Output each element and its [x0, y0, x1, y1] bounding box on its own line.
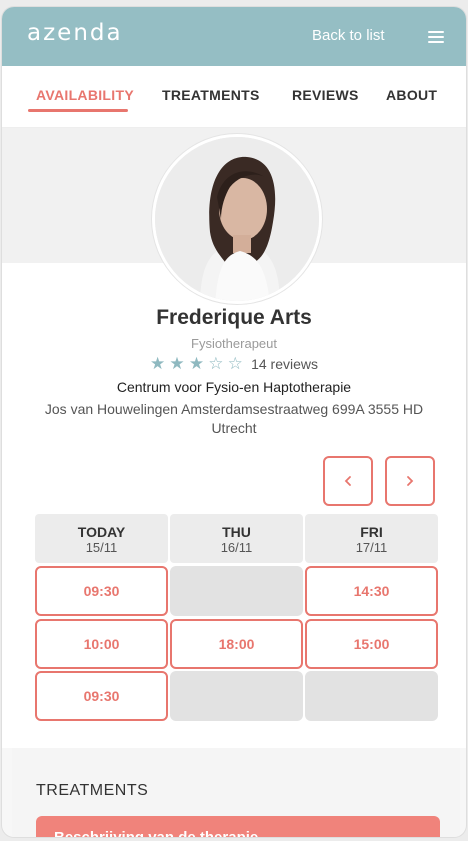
day-date: 16/11 — [220, 540, 253, 555]
logo: azenda — [27, 20, 123, 46]
time-slot[interactable]: 14:30 — [305, 566, 438, 616]
next-days-button[interactable] — [385, 456, 435, 506]
practice-address: Jos van Houwelingen Amsterdamsestraatweg… — [44, 401, 424, 436]
time-slot[interactable]: 15:00 — [305, 619, 438, 669]
active-tab-indicator — [28, 109, 128, 112]
day-header-fri: FRI 17/11 — [305, 514, 438, 563]
star-outline-icon: ☆ — [227, 354, 243, 373]
tab-treatments[interactable]: TREATMENTS — [162, 87, 260, 103]
back-to-list-link[interactable]: Back to list — [312, 27, 385, 44]
app-frame: azenda Back to list AVAILABILITY TREATME… — [2, 7, 466, 837]
professional-name: Frederique Arts — [156, 306, 312, 329]
empty-slot — [170, 671, 303, 721]
chevron-right-icon — [407, 476, 414, 486]
treatments-section: TREATMENTS Beschrijving van de therapie — [12, 748, 460, 837]
day-name: TODAY — [77, 524, 126, 540]
day-header-thu: THU 16/11 — [170, 514, 303, 563]
top-bar: azenda Back to list — [2, 7, 466, 66]
day-date: 15/11 — [85, 540, 118, 555]
tab-bar: AVAILABILITY TREATMENTS REVIEWS ABOUT — [2, 66, 466, 128]
chevron-left-icon — [344, 476, 351, 486]
day-name: FRI — [360, 524, 383, 540]
star-filled-icon: ★ — [149, 354, 166, 373]
day-header-today: TODAY 15/11 — [35, 514, 168, 563]
time-slot[interactable]: 09:30 — [35, 671, 168, 721]
previous-days-button[interactable] — [323, 456, 373, 506]
star-outline-icon: ☆ — [208, 354, 224, 373]
practice-name: Centrum voor Fysio-en Haptotherapie — [116, 379, 352, 395]
reviews-count[interactable]: 14 reviews — [251, 356, 318, 372]
tab-availability[interactable]: AVAILABILITY — [36, 87, 134, 103]
hamburger-menu-icon[interactable] — [428, 31, 444, 44]
star-filled-icon: ★ — [169, 354, 185, 373]
star-filled-icon: ★ — [188, 354, 205, 373]
profession-label: Fysiotherapeut — [191, 336, 277, 351]
time-slot[interactable]: 10:00 — [35, 619, 168, 669]
time-slot[interactable]: 18:00 — [170, 619, 303, 669]
tab-about[interactable]: ABOUT — [386, 87, 437, 103]
time-slot[interactable]: 09:30 — [35, 566, 168, 616]
day-date: 17/11 — [355, 540, 388, 555]
rating: ★ ★ ★ ☆ ☆ 14 reviews — [2, 354, 466, 374]
treatments-title: TREATMENTS — [36, 782, 149, 799]
day-name: THU — [222, 524, 251, 540]
tab-reviews[interactable]: REVIEWS — [292, 87, 359, 103]
empty-slot — [305, 671, 438, 721]
empty-slot — [170, 566, 303, 616]
avatar — [152, 134, 322, 304]
treatment-item-button[interactable]: Beschrijving van de therapie — [36, 816, 440, 837]
